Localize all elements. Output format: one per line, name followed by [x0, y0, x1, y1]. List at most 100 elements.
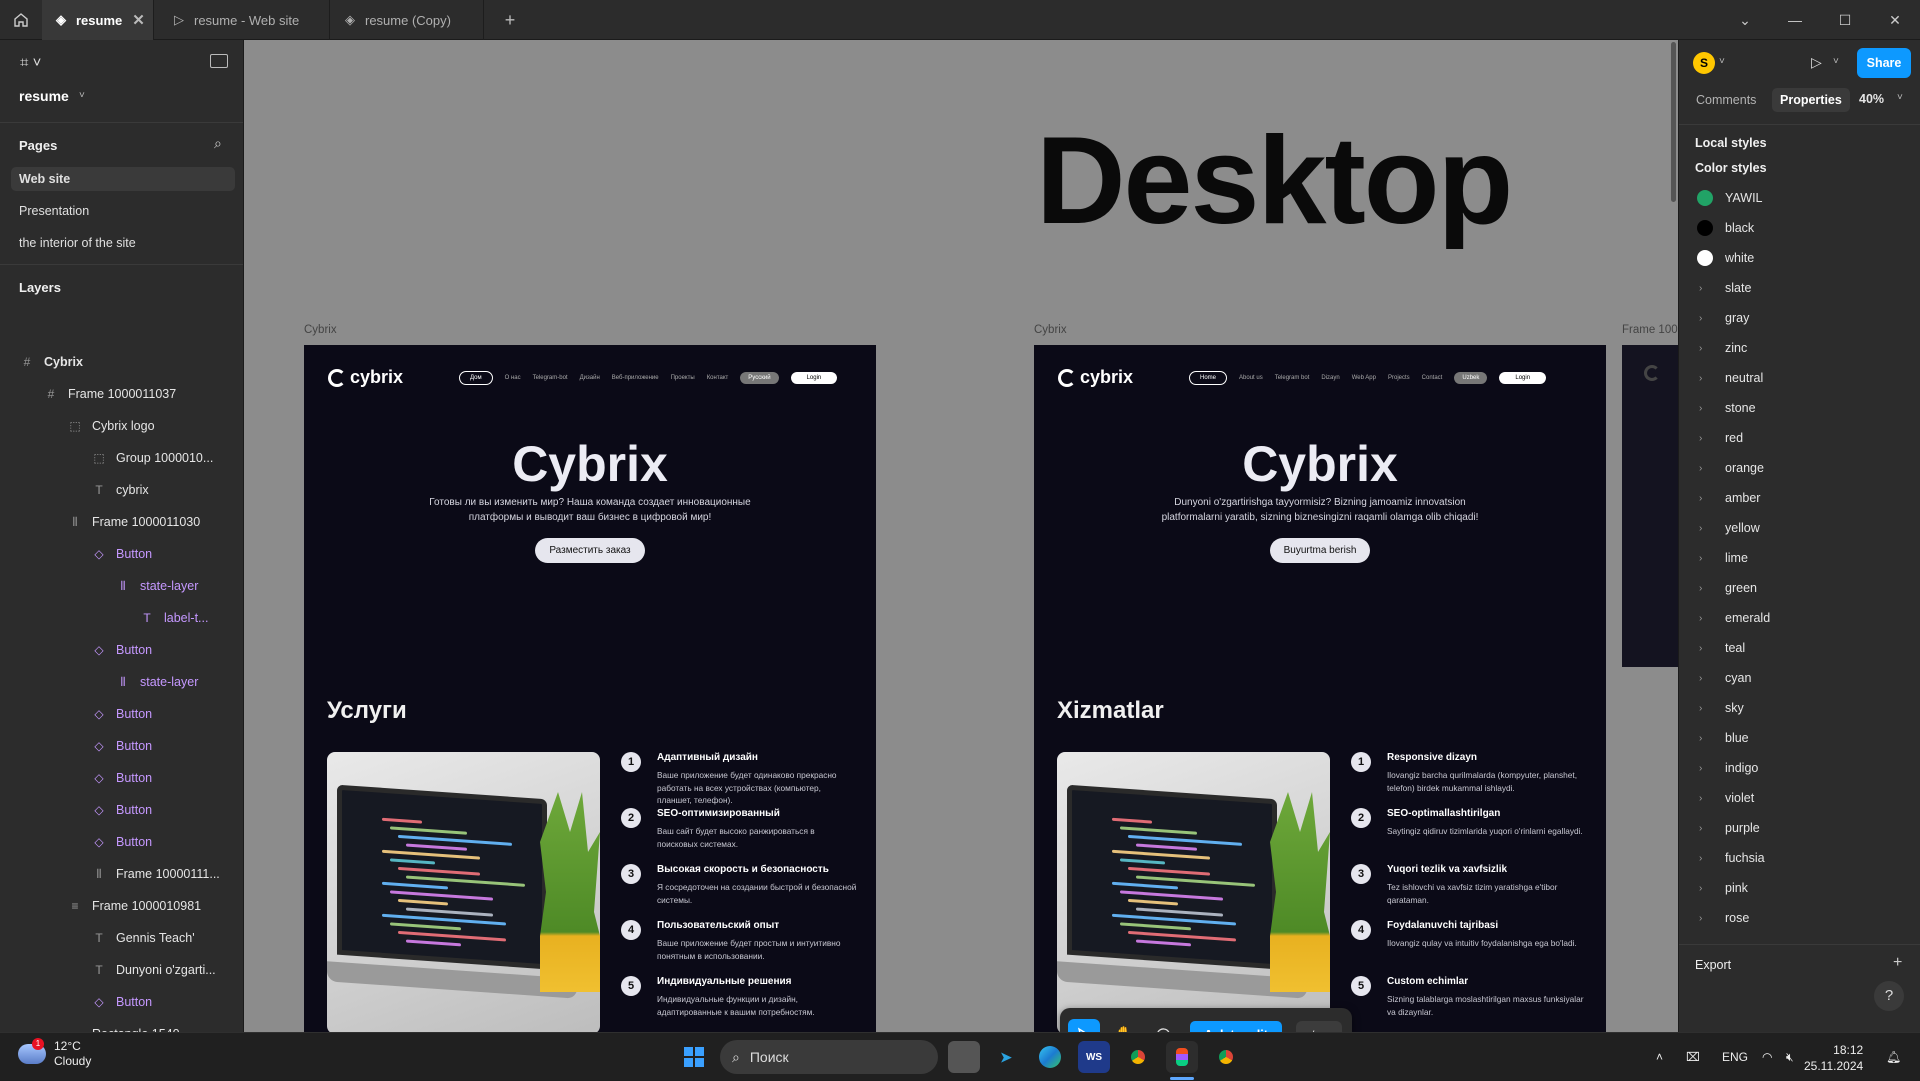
- chevron-down-icon[interactable]: ˅: [1719, 56, 1725, 67]
- chevron-right-icon[interactable]: ›: [1699, 823, 1717, 834]
- color-group-row[interactable]: › amber: [1695, 483, 1905, 513]
- color-group-row[interactable]: › yellow: [1695, 513, 1905, 543]
- page-item-interior[interactable]: the interior of the site: [11, 231, 235, 255]
- nav-link[interactable]: Contact: [1422, 375, 1443, 381]
- chevron-down-icon[interactable]: ˅: [79, 90, 85, 101]
- dev-mode-icon[interactable]: </>: [1296, 1021, 1342, 1032]
- telegram-icon[interactable]: ➤: [990, 1041, 1022, 1073]
- nav-link[interactable]: About us: [1239, 375, 1263, 381]
- chevron-down-icon[interactable]: ˅: [1833, 56, 1839, 67]
- chevron-right-icon[interactable]: ›: [1699, 553, 1717, 564]
- layer-item[interactable]: ≡ Frame 1000010981: [68, 890, 201, 922]
- chevron-right-icon[interactable]: ›: [1699, 733, 1717, 744]
- color-group-row[interactable]: › gray: [1695, 303, 1905, 333]
- layer-item[interactable]: ◇ Button: [92, 826, 152, 858]
- tab-resume-web-site[interactable]: ▷ resume - Web site: [160, 0, 330, 40]
- tab-resume[interactable]: ◈ resume ✕: [42, 0, 154, 40]
- canvas-title-text[interactable]: Desktop: [1036, 110, 1513, 252]
- cybrix-logo[interactable]: cybrix: [1058, 367, 1133, 388]
- color-group-row[interactable]: › stone: [1695, 393, 1905, 423]
- order-button[interactable]: Разместить заказ: [535, 538, 645, 563]
- layer-item[interactable]: ⫴ state-layer: [116, 666, 198, 698]
- layer-item[interactable]: Tlabel-t...: [140, 602, 208, 634]
- new-tab-button[interactable]: +: [498, 8, 522, 32]
- tab-resume-copy[interactable]: ◈ resume (Copy): [331, 0, 484, 40]
- chevron-right-icon[interactable]: ›: [1699, 913, 1717, 924]
- weather-widget[interactable]: 1 12°C Cloudy: [18, 1038, 91, 1069]
- color-group-row[interactable]: › indigo: [1695, 753, 1905, 783]
- comment-tool-icon[interactable]: [1148, 1019, 1180, 1032]
- layer-item[interactable]: T Gennis Teach': [92, 922, 194, 954]
- color-group-row[interactable]: › pink: [1695, 873, 1905, 903]
- zoom-level[interactable]: 40%: [1859, 92, 1884, 106]
- color-style-row[interactable]: white: [1695, 243, 1905, 273]
- task-view-icon[interactable]: [948, 1041, 980, 1073]
- color-group-row[interactable]: › fuchsia: [1695, 843, 1905, 873]
- chevron-right-icon[interactable]: ›: [1699, 613, 1717, 624]
- close-tab-icon[interactable]: ✕: [132, 11, 145, 29]
- taskbar-search[interactable]: ⌕ Поиск: [720, 1040, 938, 1074]
- tab-comments[interactable]: Comments: [1688, 88, 1764, 112]
- nav-link[interactable]: О нас: [505, 375, 521, 381]
- color-group-row[interactable]: › zinc: [1695, 333, 1905, 363]
- windows-start-icon[interactable]: [678, 1041, 710, 1073]
- hand-tool-icon[interactable]: ✋: [1108, 1019, 1140, 1032]
- figma-icon[interactable]: [1166, 1041, 1198, 1073]
- chevron-right-icon[interactable]: ›: [1699, 373, 1717, 384]
- color-group-row[interactable]: › red: [1695, 423, 1905, 453]
- color-group-row[interactable]: › teal: [1695, 633, 1905, 663]
- color-group-row[interactable]: › emerald: [1695, 603, 1905, 633]
- toggle-sidebar-icon[interactable]: [210, 54, 228, 68]
- layer-item[interactable]: ⫴ state-layer: [116, 570, 198, 602]
- ask-to-edit-button[interactable]: Ask to edit: [1190, 1021, 1282, 1032]
- search-icon[interactable]: ⌕: [214, 135, 222, 152]
- layer-item[interactable]: ◇ Button: [92, 538, 152, 570]
- chevron-right-icon[interactable]: ›: [1699, 403, 1717, 414]
- layer-item[interactable]: # Frame 1000011037: [44, 378, 177, 410]
- color-group-row[interactable]: › violet: [1695, 783, 1905, 813]
- avatar[interactable]: S: [1693, 52, 1715, 74]
- layer-item[interactable]: T Dunyoni o'zgarti...: [92, 954, 215, 986]
- chevron-right-icon[interactable]: ›: [1699, 883, 1717, 894]
- layer-item[interactable]: ◇ Button: [92, 730, 152, 762]
- add-export-icon[interactable]: +: [1893, 954, 1902, 972]
- help-button[interactable]: ?: [1874, 981, 1904, 1011]
- color-group-row[interactable]: › slate: [1695, 273, 1905, 303]
- present-icon[interactable]: ▷: [1811, 54, 1822, 71]
- close-window-button[interactable]: ✕: [1870, 0, 1920, 40]
- tab-properties[interactable]: Properties: [1772, 88, 1850, 112]
- login-button[interactable]: Login: [1499, 371, 1547, 384]
- chevron-right-icon[interactable]: ›: [1699, 793, 1717, 804]
- layer-item[interactable]: ◇ Button: [92, 986, 152, 1018]
- chevron-right-icon[interactable]: ›: [1699, 493, 1717, 504]
- site-frame-ru[interactable]: cybrix Дом О нас Telegram-bot Дизайн Веб-прил…: [304, 345, 876, 1032]
- file-name[interactable]: resume: [19, 88, 69, 104]
- chevron-right-icon[interactable]: ›: [1699, 583, 1717, 594]
- input-language[interactable]: ENG: [1722, 1033, 1748, 1081]
- site-frame-partial[interactable]: [1622, 345, 1678, 667]
- chevron-right-icon[interactable]: ›: [1699, 313, 1717, 324]
- move-tool-icon[interactable]: [1068, 1019, 1100, 1032]
- color-group-row[interactable]: › orange: [1695, 453, 1905, 483]
- layer-item[interactable]: ▭Rectangle 1540: [68, 1018, 179, 1032]
- chevron-right-icon[interactable]: ›: [1699, 763, 1717, 774]
- login-button[interactable]: Login: [790, 371, 838, 384]
- nav-link[interactable]: Home: [1189, 370, 1228, 385]
- chrome-profile-icon[interactable]: [1210, 1041, 1242, 1073]
- figma-menu-icon[interactable]: ⌗ ˅: [20, 54, 41, 71]
- color-group-row[interactable]: › cyan: [1695, 663, 1905, 693]
- layer-item[interactable]: ◇ Button: [92, 794, 152, 826]
- frame-label[interactable]: Cybrix: [1034, 324, 1067, 336]
- nav-link[interactable]: Telegram bot: [1275, 375, 1310, 381]
- maximize-button[interactable]: ☐: [1820, 0, 1870, 40]
- chevron-right-icon[interactable]: ›: [1699, 283, 1717, 294]
- chevron-right-icon[interactable]: ›: [1699, 433, 1717, 444]
- layer-item[interactable]: ◇ Button: [92, 698, 152, 730]
- page-item-web-site[interactable]: Web site: [11, 167, 235, 191]
- page-item-presentation[interactable]: Presentation: [11, 199, 235, 223]
- nav-link[interactable]: Веб-приложение: [612, 375, 659, 381]
- order-button[interactable]: Buyurtma berish: [1269, 538, 1371, 563]
- color-style-row[interactable]: YAWIL: [1695, 183, 1905, 213]
- nav-link[interactable]: Projects: [1388, 375, 1410, 381]
- color-group-row[interactable]: › sky: [1695, 693, 1905, 723]
